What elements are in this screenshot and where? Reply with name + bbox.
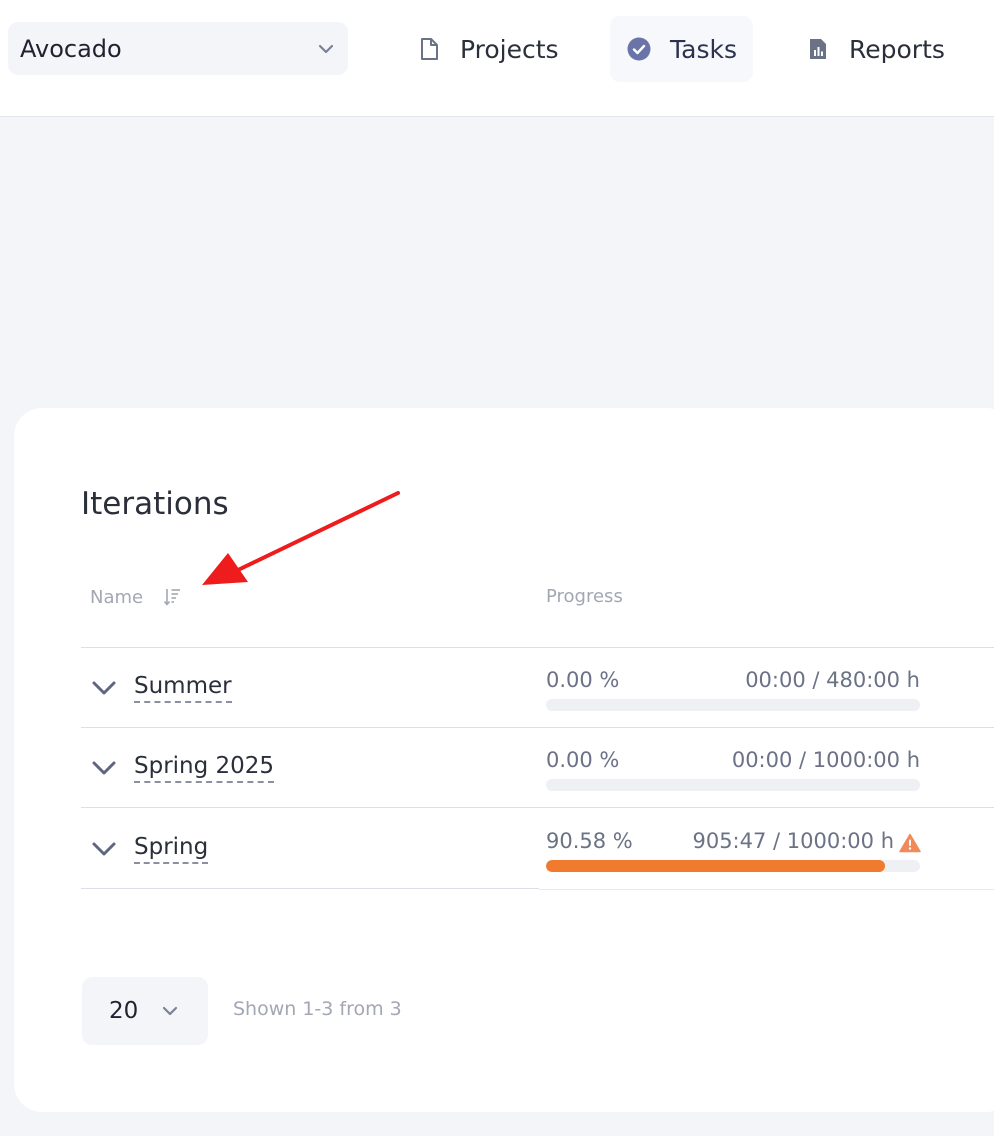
check-circle-icon — [627, 37, 651, 61]
progress-percent: 0.00 % — [546, 668, 620, 692]
progress-percent: 0.00 % — [546, 748, 620, 772]
iterations-title: Iterations — [81, 486, 229, 522]
pagination-summary: Shown 1-3 from 3 — [233, 998, 402, 1020]
progress-bar-fill — [546, 860, 885, 872]
iterations-card: Iterations Name Progress Summer Spring 2… — [14, 408, 994, 1112]
progress-time: 00:00 / 1000:00 h — [731, 748, 920, 772]
table-row[interactable]: Spring — [81, 809, 539, 889]
file-icon — [421, 38, 438, 60]
chevron-down-icon[interactable] — [91, 839, 117, 859]
report-icon — [810, 39, 826, 59]
column-header-name[interactable]: Name — [90, 586, 183, 608]
workspace-label: Avocado — [20, 34, 122, 63]
page-size-value: 20 — [109, 998, 139, 1024]
top-bar: Avocado Projects Tasks Reports — [0, 0, 994, 117]
chevron-down-icon[interactable] — [91, 678, 117, 698]
nav-projects[interactable]: Projects — [400, 16, 575, 82]
nav-tasks-label: Tasks — [670, 34, 737, 64]
progress-time: 00:00 / 480:00 h — [745, 668, 920, 692]
nav-projects-label: Projects — [460, 34, 559, 64]
row-divider — [539, 889, 994, 890]
page-size-select[interactable]: 20 — [82, 977, 208, 1045]
workspace-select[interactable]: Avocado — [8, 22, 348, 75]
progress-percent: 90.58 % — [546, 829, 633, 853]
sort-descending-icon[interactable] — [163, 586, 183, 608]
column-header-progress: Progress — [546, 586, 623, 607]
progress-bar — [546, 860, 920, 872]
progress-bar — [546, 699, 920, 711]
chevron-down-icon — [318, 44, 334, 53]
nav-reports-label: Reports — [849, 34, 945, 64]
nav-tasks[interactable]: Tasks — [610, 16, 753, 82]
chevron-down-icon[interactable] — [91, 758, 117, 778]
iteration-name[interactable]: Spring 2025 — [134, 753, 275, 784]
progress-bar — [546, 779, 920, 791]
chevron-down-icon — [163, 1006, 178, 1016]
column-name-label: Name — [90, 586, 144, 608]
progress-time: 905:47 / 1000:00 h — [692, 829, 894, 853]
iteration-name[interactable]: Spring — [134, 834, 209, 865]
iteration-name[interactable]: Summer — [134, 673, 232, 704]
warning-icon — [899, 833, 921, 853]
nav-reports[interactable]: Reports — [789, 16, 961, 82]
